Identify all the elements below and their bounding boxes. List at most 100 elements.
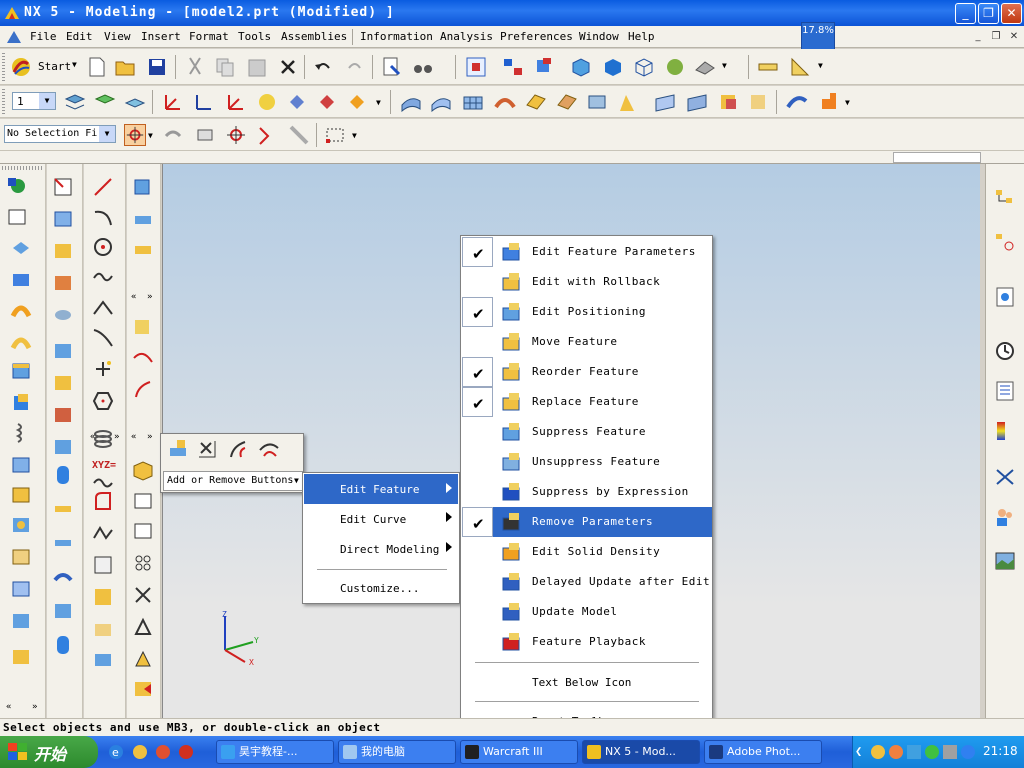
sweep-icon[interactable] <box>10 298 32 320</box>
resize-blend-icon[interactable] <box>132 648 154 670</box>
pad-icon[interactable] <box>10 646 32 668</box>
measure-distance-icon[interactable] <box>757 56 779 78</box>
shaded-cube-icon[interactable] <box>570 56 592 78</box>
swept-icon[interactable] <box>494 91 516 113</box>
reuse-library-icon[interactable] <box>994 380 1016 402</box>
project-curve-icon[interactable] <box>92 554 114 576</box>
wcs-orient-icon[interactable] <box>225 91 247 113</box>
spring-icon[interactable] <box>10 422 32 444</box>
offset-curve-icon[interactable] <box>92 522 114 544</box>
ruled-surface-icon[interactable] <box>400 91 422 113</box>
submenu-customize[interactable]: Customize... <box>304 573 458 601</box>
app-icon[interactable] <box>178 744 194 760</box>
bridge-curve-icon[interactable] <box>92 648 114 670</box>
layer-settings-icon[interactable] <box>64 91 86 113</box>
extract-curve-icon[interactable] <box>92 618 114 640</box>
line-icon[interactable] <box>92 176 114 198</box>
n-sided-surface-icon[interactable] <box>586 91 608 113</box>
offset-surface-icon[interactable] <box>718 91 740 113</box>
start-button[interactable]: Start ▼ <box>8 54 80 80</box>
feature-menu-item[interactable]: Edit with Rollback <box>462 267 712 297</box>
feature-menu-item[interactable]: Unsuppress Feature <box>462 447 712 477</box>
text-curve-icon[interactable] <box>92 490 114 512</box>
feature-menu-item[interactable]: Feature Playback <box>462 627 712 657</box>
hd3d-tools-icon[interactable] <box>994 420 1016 442</box>
assembly-navigator-icon[interactable] <box>994 188 1016 210</box>
bounded-plane-icon[interactable] <box>556 91 578 113</box>
point-icon[interactable] <box>92 358 114 380</box>
minimize-button[interactable]: _ <box>955 3 976 24</box>
subtract-icon[interactable] <box>52 372 74 394</box>
split-body-icon[interactable] <box>52 532 74 554</box>
menu-tools[interactable]: Tools <box>238 30 271 43</box>
wrap-icon[interactable] <box>52 634 74 656</box>
section-surface-icon[interactable] <box>525 91 547 113</box>
menu-file[interactable]: File <box>30 30 57 43</box>
intersect-icon[interactable] <box>52 404 74 426</box>
patch-icon[interactable] <box>818 91 840 113</box>
move-face-icon[interactable] <box>132 460 154 482</box>
edit-parameters-icon[interactable] <box>167 438 189 460</box>
task-tutorial[interactable]: 昊宇教程-... <box>216 740 334 764</box>
sheet-view-icon[interactable] <box>694 56 716 78</box>
offset-region-icon[interactable] <box>132 520 154 542</box>
qq-tray-icon[interactable] <box>871 745 885 759</box>
tools-disabled-icon[interactable] <box>288 124 310 146</box>
hole-icon[interactable] <box>10 610 32 632</box>
undo-icon[interactable] <box>312 56 334 78</box>
previous-selection-icon[interactable] <box>162 124 184 146</box>
thicken-icon[interactable] <box>52 498 74 520</box>
fit-view-icon[interactable] <box>465 56 487 78</box>
wireframe-cube-icon[interactable] <box>633 56 655 78</box>
transition-icon[interactable] <box>616 91 638 113</box>
add-remove-buttons-dropdown[interactable]: Add or Remove Buttons ▼ <box>163 471 303 491</box>
sew-icon[interactable] <box>786 91 808 113</box>
task-warcraft[interactable]: Warcraft III <box>460 740 578 764</box>
menu-preferences[interactable]: Preferences <box>500 30 573 43</box>
draft-icon[interactable] <box>52 304 74 326</box>
binoculars-icon[interactable] <box>412 56 434 78</box>
system-scenes-icon[interactable] <box>994 550 1016 572</box>
replace-face-icon[interactable] <box>132 616 154 638</box>
cursor-snap-icon[interactable] <box>225 124 247 146</box>
feature-menu-item[interactable]: Suppress Feature <box>462 417 712 447</box>
information-icon[interactable] <box>381 56 403 78</box>
task-nx[interactable]: NX 5 - Mod... <box>582 740 700 764</box>
point-set-icon[interactable] <box>346 91 368 113</box>
studio-spline-icon[interactable] <box>92 326 114 348</box>
wcs-origin-icon[interactable] <box>162 91 184 113</box>
save-icon[interactable] <box>146 56 168 78</box>
tray-expand-icon[interactable]: ❮ <box>855 744 862 758</box>
datum-plane-icon[interactable] <box>256 91 278 113</box>
checkbox[interactable]: ✔ <box>462 237 493 267</box>
intersection-curve-icon[interactable] <box>92 586 114 608</box>
pattern-face-icon[interactable] <box>132 552 154 574</box>
measure-angle-icon[interactable] <box>789 56 811 78</box>
tube-icon[interactable] <box>10 330 32 352</box>
feature-menu-item[interactable]: ✔ Replace Feature <box>462 387 712 417</box>
edit-parameters-icon[interactable] <box>132 176 154 198</box>
menu-help[interactable]: Help <box>628 30 655 43</box>
offset-face-icon[interactable] <box>52 566 74 588</box>
feature-menu-item[interactable]: ✔ Remove Parameters <box>462 507 712 537</box>
part-navigator-icon[interactable] <box>994 286 1016 308</box>
submenu-edit-feature[interactable]: Edit Feature <box>304 474 458 504</box>
datum-csys-icon[interactable] <box>316 91 338 113</box>
law-curve-icon[interactable]: XYZ= <box>92 460 116 471</box>
scale-body-icon[interactable] <box>52 600 74 622</box>
wcs-rotate-icon[interactable] <box>193 91 215 113</box>
mirror-icon[interactable] <box>52 464 74 486</box>
block-icon[interactable] <box>10 360 32 382</box>
restore-button[interactable]: ❐ <box>978 3 999 24</box>
menu-analysis[interactable]: Analysis <box>440 30 493 43</box>
edit-positioning-icon[interactable] <box>132 206 154 228</box>
browser-icon[interactable] <box>155 744 171 760</box>
deselect-icon[interactable] <box>194 124 216 146</box>
rectangle-icon[interactable] <box>6 206 28 228</box>
circle-icon[interactable] <box>92 236 114 258</box>
volume-icon[interactable] <box>943 745 957 759</box>
process-studio-icon[interactable] <box>994 466 1016 488</box>
edit-with-rollback-icon[interactable] <box>132 316 154 338</box>
paste-icon[interactable] <box>246 56 268 78</box>
windows-start-button[interactable]: 开始 <box>0 736 98 768</box>
